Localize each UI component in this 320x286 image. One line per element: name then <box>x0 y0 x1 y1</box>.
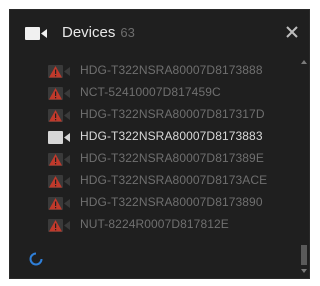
device-row[interactable]: HDG-T322NSRA80007D8173890 <box>10 192 302 214</box>
loading-spinner-icon <box>29 252 43 266</box>
camera-offline-icon <box>48 175 70 188</box>
scroll-up-arrow-icon[interactable] <box>301 59 307 65</box>
scroll-down-arrow-icon[interactable] <box>301 268 307 274</box>
device-name: HDG-T322NSRA80007D8173890 <box>80 195 263 209</box>
device-row[interactable]: HDG-T322NSRA80007D817317D <box>10 104 302 126</box>
device-row[interactable]: NCT-52410007D817459C <box>10 82 302 104</box>
device-name: HDG-T322NSRA80007D817389E <box>80 151 264 165</box>
panel-title-text: Devices <box>62 24 116 41</box>
panel-header: Devices 63 <box>10 10 309 56</box>
camera-offline-icon <box>48 197 70 210</box>
device-name: NUT-8224R0007D817812E <box>80 217 229 231</box>
close-icon[interactable] <box>285 25 299 39</box>
device-name: HDG-T322NSRA80007D8173883 <box>80 129 263 143</box>
devices-panel: Devices 63 HDG-T322NSRA80007D8173888 NCT… <box>9 9 310 279</box>
camera-icon <box>25 27 47 40</box>
camera-offline-icon <box>48 153 70 166</box>
device-row[interactable]: NUT-8224R0007D817812E <box>10 214 302 236</box>
camera-offline-icon <box>48 219 70 232</box>
device-count: 63 <box>120 25 135 40</box>
panel-title: Devices 63 <box>62 24 135 41</box>
device-row[interactable]: HDG-T322NSRA80007D8173888 <box>10 60 302 82</box>
scrollbar-thumb[interactable] <box>301 245 307 265</box>
device-row[interactable]: HDG-T322NSRA80007D8173883 <box>10 126 302 148</box>
vertical-scrollbar[interactable] <box>301 59 307 274</box>
device-row[interactable]: HDG-T322NSRA80007D817389E <box>10 148 302 170</box>
device-row[interactable]: HDG-T322NSRA80007D8173ACE <box>10 170 302 192</box>
device-name: NCT-52410007D817459C <box>80 85 221 99</box>
camera-offline-icon <box>48 109 70 122</box>
camera-icon <box>48 131 70 144</box>
camera-offline-icon <box>48 65 70 78</box>
device-list: HDG-T322NSRA80007D8173888 NCT-52410007D8… <box>10 60 302 276</box>
device-name: HDG-T322NSRA80007D8173ACE <box>80 173 268 187</box>
device-name: HDG-T322NSRA80007D817317D <box>80 107 265 121</box>
device-name: HDG-T322NSRA80007D8173888 <box>80 63 263 77</box>
camera-offline-icon <box>48 87 70 100</box>
